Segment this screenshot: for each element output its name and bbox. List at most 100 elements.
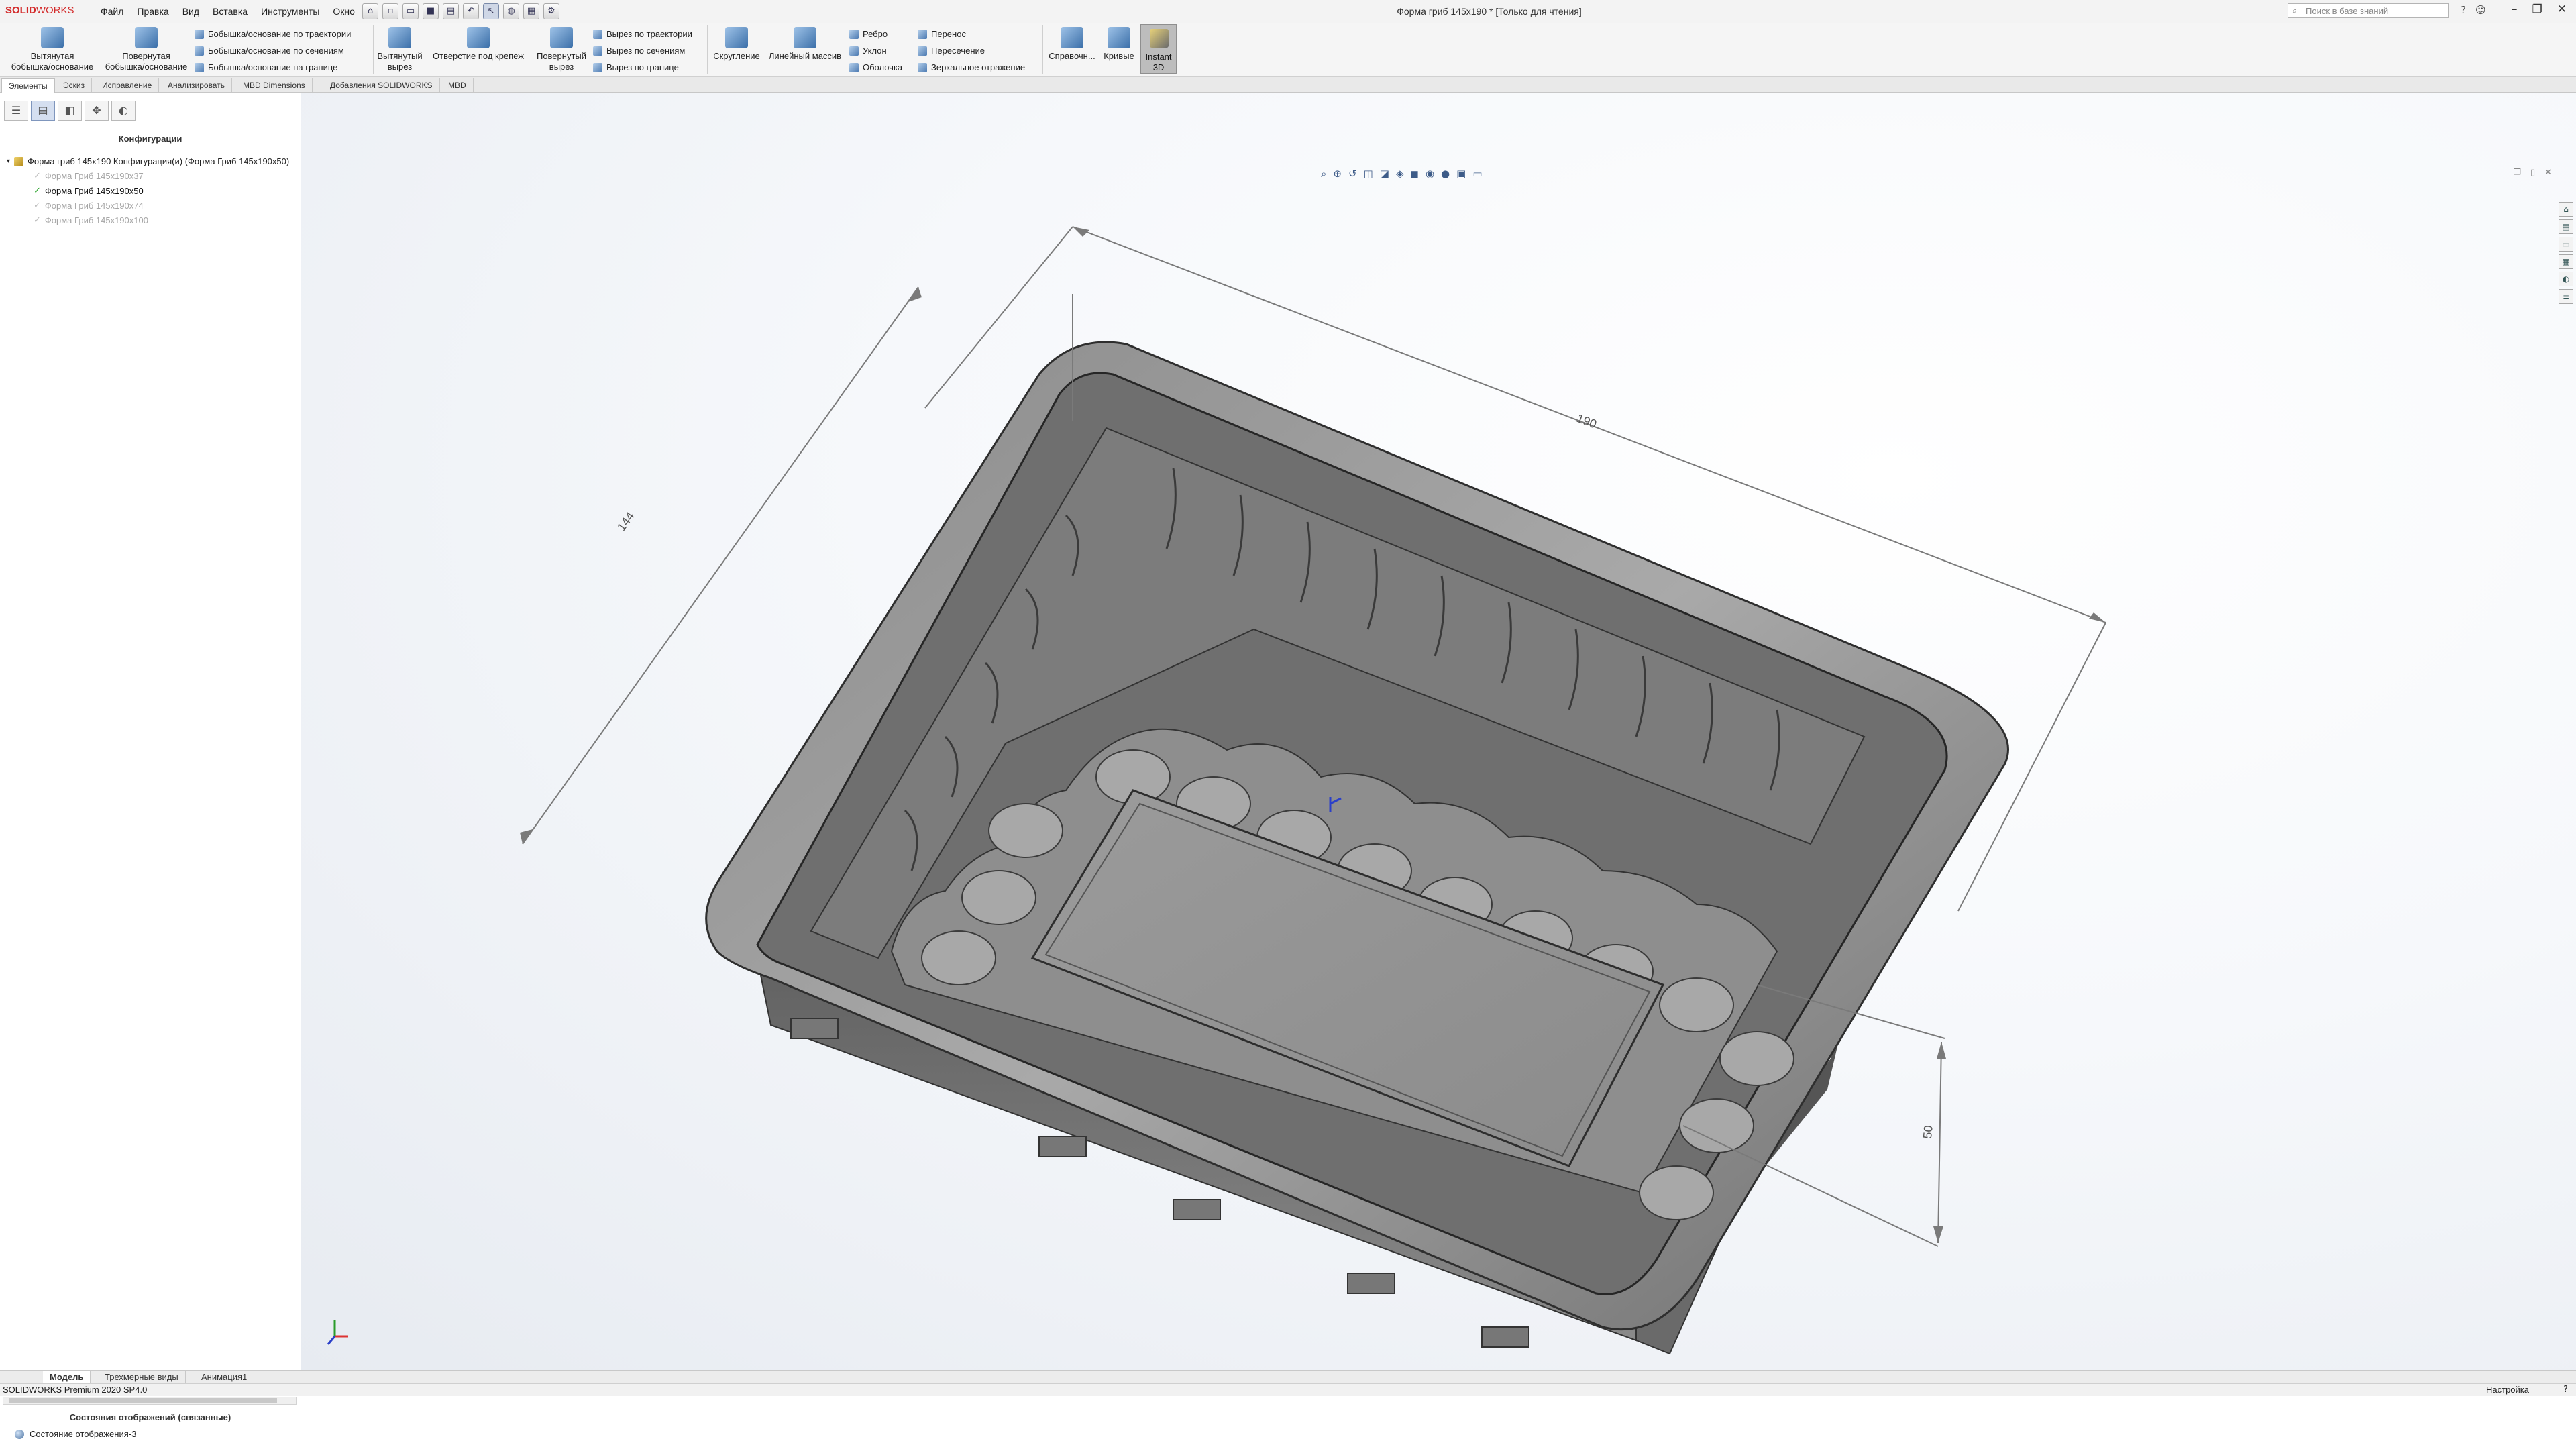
restore-icon[interactable]: ❐ <box>2532 3 2542 16</box>
intersect-button[interactable]: Пересечение <box>918 42 1025 59</box>
collapse-arrow-icon[interactable]: ▾ <box>7 154 10 169</box>
tab-sketch[interactable]: Эскиз <box>56 78 93 92</box>
revolved-boss-button[interactable]: Повернутая бобышка/основание <box>99 27 193 72</box>
menu-view[interactable]: Вид <box>176 6 206 17</box>
help-icon[interactable]: ? <box>2563 1384 2568 1396</box>
tab-mbd[interactable]: MBD <box>441 78 474 92</box>
rib-button[interactable]: Ребро <box>849 25 902 42</box>
save-icon[interactable]: ■ <box>423 3 439 19</box>
curves-button[interactable]: Кривые <box>1099 27 1139 62</box>
file-properties-icon[interactable]: ▦ <box>523 3 539 19</box>
instant3d-toggle[interactable]: Instant 3D <box>1140 24 1177 74</box>
menu-tools[interactable]: Инструменты <box>254 6 326 17</box>
config-item[interactable]: ✓ Форма Гриб 145х190х74 <box>7 199 299 213</box>
tab-animation[interactable]: Анимация1 <box>195 1371 255 1383</box>
tab-features[interactable]: Элементы <box>1 78 55 93</box>
mirror-button[interactable]: Зеркальное отражение <box>918 59 1025 76</box>
menu-edit[interactable]: Правка <box>130 6 175 17</box>
wrap-icon <box>918 29 927 39</box>
config-item[interactable]: ✓ Форма Гриб 145х190х100 <box>7 213 299 228</box>
dimension-height-label[interactable]: 50 <box>1921 1125 1935 1140</box>
print-icon[interactable]: ▤ <box>443 3 459 19</box>
minimize-icon[interactable]: – <box>2512 3 2518 16</box>
new-document-icon[interactable]: ▫ <box>382 3 398 19</box>
feature-manager-tab-icon[interactable]: ☰ <box>4 101 28 121</box>
property-manager-tab-icon[interactable]: ▤ <box>31 101 55 121</box>
tree-root[interactable]: ▾ Форма гриб 145х190 Конфигурация(и) (Фо… <box>7 154 299 169</box>
menu-file[interactable]: Файл <box>94 6 130 17</box>
reference-geometry-button[interactable]: Справочн... <box>1044 27 1100 62</box>
wrap-button[interactable]: Перенос <box>918 25 1025 42</box>
boundary-boss-button[interactable]: Бобышка/основание на границе <box>195 59 351 76</box>
lofted-cut-button[interactable]: Вырез по сечениям <box>593 42 692 59</box>
reference-geometry-icon <box>1061 27 1083 48</box>
hole-wizard-button[interactable]: Отверстие под крепеж <box>428 27 529 62</box>
intersect-label: Пересечение <box>931 46 985 56</box>
swept-cut-button[interactable]: Вырез по траектории <box>593 25 692 42</box>
boundary-cut-button[interactable]: Вырез по границе <box>593 59 692 76</box>
swept-boss-icon <box>195 29 204 39</box>
quick-access-toolbar: ⌂ ▫ ▭ ■ ▤ ↶ ↖ ◍ ▦ ⚙ <box>362 3 559 19</box>
fillet-label: Скругление <box>713 51 760 61</box>
user-icon[interactable]: ☺ <box>2475 4 2486 16</box>
display-states-header: Состояния отображений (связанные) <box>0 1409 301 1426</box>
linear-pattern-button[interactable]: Линейный массив <box>765 27 845 62</box>
lofted-boss-button[interactable]: Бобышка/основание по сечениям <box>195 42 351 59</box>
rebuild-icon[interactable]: ◍ <box>503 3 519 19</box>
status-settings[interactable]: Настройка <box>2486 1384 2529 1396</box>
manager-pane-tabs: ☰ ▤ ◧ ✥ ◐ <box>0 101 305 123</box>
window-title: Форма гриб 145х190 * [Только для чтения] <box>1397 6 1582 17</box>
tab-3d-views[interactable]: Трехмерные виды <box>98 1371 186 1383</box>
configuration-manager-tab-icon[interactable]: ◧ <box>58 101 82 121</box>
horizontal-scrollbar[interactable] <box>3 1397 297 1405</box>
hole-wizard-label: Отверстие под крепеж <box>433 51 524 61</box>
config-item-active[interactable]: ✓ Форма Гриб 145х190х50 <box>7 184 299 199</box>
intersect-icon <box>918 46 927 56</box>
tab-nav-arrows[interactable] <box>0 1371 38 1383</box>
extruded-cut-button[interactable]: Вытянутый вырез <box>373 27 427 72</box>
lofted-boss-label: Бобышка/основание по сечениям <box>208 46 344 56</box>
dimension-length-label[interactable]: 190 <box>1575 411 1599 431</box>
wrap-label: Перенос <box>931 29 966 39</box>
tab-model[interactable]: Модель <box>43 1371 91 1383</box>
config-item-label: Форма Гриб 145х190х100 <box>44 215 148 225</box>
extruded-boss-icon <box>41 27 64 48</box>
swept-boss-label: Бобышка/основание по траектории <box>208 29 352 39</box>
undo-icon[interactable]: ↶ <box>463 3 479 19</box>
model-view[interactable]: 144 190 50 <box>301 93 2576 1370</box>
tab-analyze[interactable]: Анализировать <box>161 78 232 92</box>
graphics-area[interactable]: ⌕ ⊕ ↺ ◫ ◪ ◈ ◼ ◉ ● ▣ ▭ ❐ ▯ ✕ ⌂ ▤ ▭ ▦ ◐ ≡ <box>301 93 2576 1370</box>
tab-mbd-dimensions[interactable]: MBD Dimensions <box>236 78 313 92</box>
revolved-cut-button[interactable]: Повернутый вырез <box>531 27 592 72</box>
tab-evaluate-fix[interactable]: Исправление <box>95 78 160 92</box>
display-state-item[interactable]: Состояние отображения-3 <box>15 1429 136 1439</box>
knowledge-search-input[interactable]: ⌕ Поиск в базе знаний <box>2288 3 2449 18</box>
curves-icon <box>1108 27 1130 48</box>
feature-column-1: Ребро Уклон Оболочка <box>849 25 902 76</box>
select-pointer-icon[interactable]: ↖ <box>483 3 499 19</box>
swept-cut-label: Вырез по траектории <box>606 29 692 39</box>
dimxpert-manager-tab-icon[interactable]: ✥ <box>85 101 109 121</box>
dimension-width-label[interactable]: 144 <box>614 509 637 533</box>
revolved-cut-label-2: вырез <box>549 62 574 72</box>
tab-solidworks-addins[interactable]: Добавления SOLIDWORKS <box>323 78 440 92</box>
shell-button[interactable]: Оболочка <box>849 59 902 76</box>
extruded-boss-button[interactable]: Вытянутая бобышка/основание <box>5 27 99 72</box>
close-icon[interactable]: ✕ <box>2557 3 2567 16</box>
swept-boss-button[interactable]: Бобышка/основание по траектории <box>195 25 351 42</box>
display-manager-tab-icon[interactable]: ◐ <box>111 101 136 121</box>
help-icon[interactable]: ? <box>2461 4 2466 16</box>
app-logo: SOLIDWORKS <box>5 5 74 16</box>
home-icon[interactable]: ⌂ <box>362 3 378 19</box>
fillet-button[interactable]: Скругление <box>710 27 763 62</box>
open-folder-icon[interactable]: ▭ <box>402 3 419 19</box>
draft-button[interactable]: Уклон <box>849 42 902 59</box>
menu-insert[interactable]: Вставка <box>206 6 254 17</box>
scrollbar-thumb[interactable] <box>9 1398 277 1403</box>
menu-window[interactable]: Окно <box>326 6 362 17</box>
extruded-boss-label-1: Вытянутая <box>30 51 74 61</box>
options-gear-icon[interactable]: ⚙ <box>543 3 559 19</box>
tree-root-label: Форма гриб 145х190 Конфигурация(и) (Форм… <box>28 156 290 166</box>
extruded-cut-label-2: вырез <box>387 62 413 72</box>
config-item[interactable]: ✓ Форма Гриб 145х190х37 <box>7 169 299 184</box>
